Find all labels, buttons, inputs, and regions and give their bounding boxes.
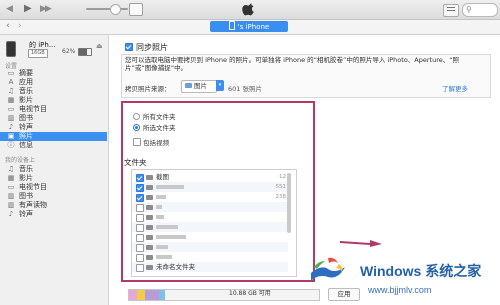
book-icon: ▥ xyxy=(7,114,15,122)
sidebar-item-label: 应用 xyxy=(19,78,33,86)
sidebar-item-label: 音乐 xyxy=(19,165,33,173)
sidebar-item-movies[interactable]: ▦ 影片 xyxy=(0,96,107,105)
sidebar-item-tv-shows[interactable]: ▭ 电视节目 xyxy=(0,105,107,114)
bell-icon: ♪ xyxy=(8,210,14,218)
sync-photos-label: 同步照片 xyxy=(136,43,168,52)
sidebar-item-ringtones[interactable]: ♪ 铃声 xyxy=(0,123,107,132)
windows-logo-icon xyxy=(311,257,345,281)
fast-forward-icon[interactable]: ▶▶ xyxy=(40,3,52,15)
list-menu-icon[interactable] xyxy=(443,4,459,17)
chevron-down-icon[interactable]: ▾ xyxy=(216,80,224,91)
learn-more-link[interactable]: 了解更多 xyxy=(442,83,468,93)
sidebar-item-label: 电视节目 xyxy=(19,105,47,113)
book-icon: ▥ xyxy=(7,192,15,200)
rewind-icon[interactable]: ◀ xyxy=(6,3,13,15)
source-select[interactable]: 图片 xyxy=(181,80,217,93)
film-icon: ▦ xyxy=(7,96,15,104)
sidebar-item-device-audiobooks[interactable]: ▥ 有声读物 xyxy=(0,201,107,210)
highlight-box xyxy=(121,101,315,282)
storage-bar xyxy=(128,289,320,301)
photo-count: 601 张照片 xyxy=(228,85,262,93)
sidebar-item-music[interactable]: ♫ 音乐 xyxy=(0,87,107,96)
search-input[interactable]: ⚲ xyxy=(462,3,498,17)
sidebar: 的 iPh... 16GB 62% ⏏ 设置 ▭ 摘要 A 应用 ♫ 音乐 ▦ … xyxy=(0,35,109,305)
sidebar-item-label: 图书 xyxy=(19,192,33,200)
storage-segment xyxy=(137,290,145,300)
sidebar-item-photos[interactable]: ▣ 照片 xyxy=(0,132,107,141)
battery-percent: 62% xyxy=(62,48,76,55)
arrow-annotation xyxy=(340,240,382,247)
watermark-title: Windows 系统之家 xyxy=(360,261,481,281)
search-icon: ⚲ xyxy=(466,5,472,14)
music-icon: ♫ xyxy=(7,87,15,95)
sidebar-item-label: 信息 xyxy=(19,141,33,149)
watermark-title-cn: 系统之家 xyxy=(425,263,482,279)
sidebar-item-device-ringtones[interactable]: ♪ 铃声 xyxy=(0,210,107,219)
navigation-bar: ‹ › 's iPhone xyxy=(0,20,500,35)
sidebar-item-device-books[interactable]: ▥ 图书 xyxy=(0,192,107,201)
source-label: 拷贝照片来源： xyxy=(125,85,171,93)
volume-knob[interactable] xyxy=(110,4,121,15)
film-icon: ▦ xyxy=(7,174,15,182)
sidebar-item-label: 摘要 xyxy=(19,69,33,77)
audiobook-icon: ▥ xyxy=(7,201,15,209)
device-label: 's iPhone xyxy=(237,23,270,31)
storage-segment xyxy=(145,290,159,300)
folder-icon xyxy=(185,83,192,88)
sidebar-item-label: 有声读物 xyxy=(19,201,47,209)
airplay-icon[interactable] xyxy=(129,3,143,16)
back-button[interactable]: ‹ xyxy=(6,21,10,31)
tv-icon: ▭ xyxy=(7,105,15,113)
info-icon: ⓘ xyxy=(7,141,15,149)
sidebar-item-label: 图书 xyxy=(19,114,33,122)
sidebar-item-device-music[interactable]: ♫ 音乐 xyxy=(0,165,107,174)
toolbar: ◀ ▶ ▶▶ ⚲ xyxy=(0,0,500,20)
sidebar-item-device-movies[interactable]: ▦ 影片 xyxy=(0,174,107,183)
play-icon[interactable]: ▶ xyxy=(24,3,32,15)
sidebar-item-label: 电视节目 xyxy=(19,183,47,191)
device-button[interactable]: 's iPhone xyxy=(210,21,288,32)
sidebar-item-info[interactable]: ⓘ 信息 xyxy=(0,141,107,150)
sidebar-item-label: 影片 xyxy=(19,174,33,182)
forward-button[interactable]: › xyxy=(18,21,22,31)
sidebar-item-label: 音乐 xyxy=(19,87,33,95)
watermark-title-en: Windows xyxy=(360,263,426,279)
iphone-icon xyxy=(6,41,16,57)
sidebar-item-summary[interactable]: ▭ 摘要 xyxy=(0,69,107,78)
sidebar-item-device-tv-shows[interactable]: ▭ 电视节目 xyxy=(0,183,107,192)
source-value: 图片 xyxy=(194,82,207,90)
sidebar-item-books[interactable]: ▥ 图书 xyxy=(0,114,107,123)
storage-segment xyxy=(129,290,137,300)
checkbox[interactable] xyxy=(125,43,133,51)
sync-photos-checkbox[interactable]: 同步照片 xyxy=(125,42,168,53)
eject-icon[interactable]: ⏏ xyxy=(96,42,103,50)
sidebar-item-apps[interactable]: A 应用 xyxy=(0,78,107,87)
section-on-device: 我的设备上 xyxy=(5,157,36,164)
free-space-text: 10.88 GB 可用 xyxy=(229,290,271,297)
music-icon: ♫ xyxy=(7,165,15,173)
bell-icon: ♪ xyxy=(8,123,14,131)
apple-logo-icon xyxy=(242,3,254,16)
info-text: 您可以选取电脑中要拷贝到 iPhone 的照片。可单独将 iPhone 的“相机… xyxy=(125,56,460,72)
sidebar-item-label: 影片 xyxy=(19,96,33,104)
tv-icon: ▭ xyxy=(7,183,15,191)
iphone-icon xyxy=(228,21,235,30)
apps-icon: A xyxy=(8,78,14,86)
capacity-badge: 16GB xyxy=(28,49,48,58)
photo-icon: ▣ xyxy=(7,132,15,140)
sidebar-item-label: 照片 xyxy=(19,132,33,140)
summary-icon: ▭ xyxy=(7,69,15,77)
watermark-url: www.bjjmlv.com xyxy=(368,285,432,295)
volume-slider[interactable] xyxy=(86,8,128,10)
battery-icon xyxy=(78,48,92,56)
storage-segment xyxy=(159,290,165,300)
sidebar-item-label: 铃声 xyxy=(19,210,33,218)
sidebar-item-label: 铃声 xyxy=(19,123,33,131)
